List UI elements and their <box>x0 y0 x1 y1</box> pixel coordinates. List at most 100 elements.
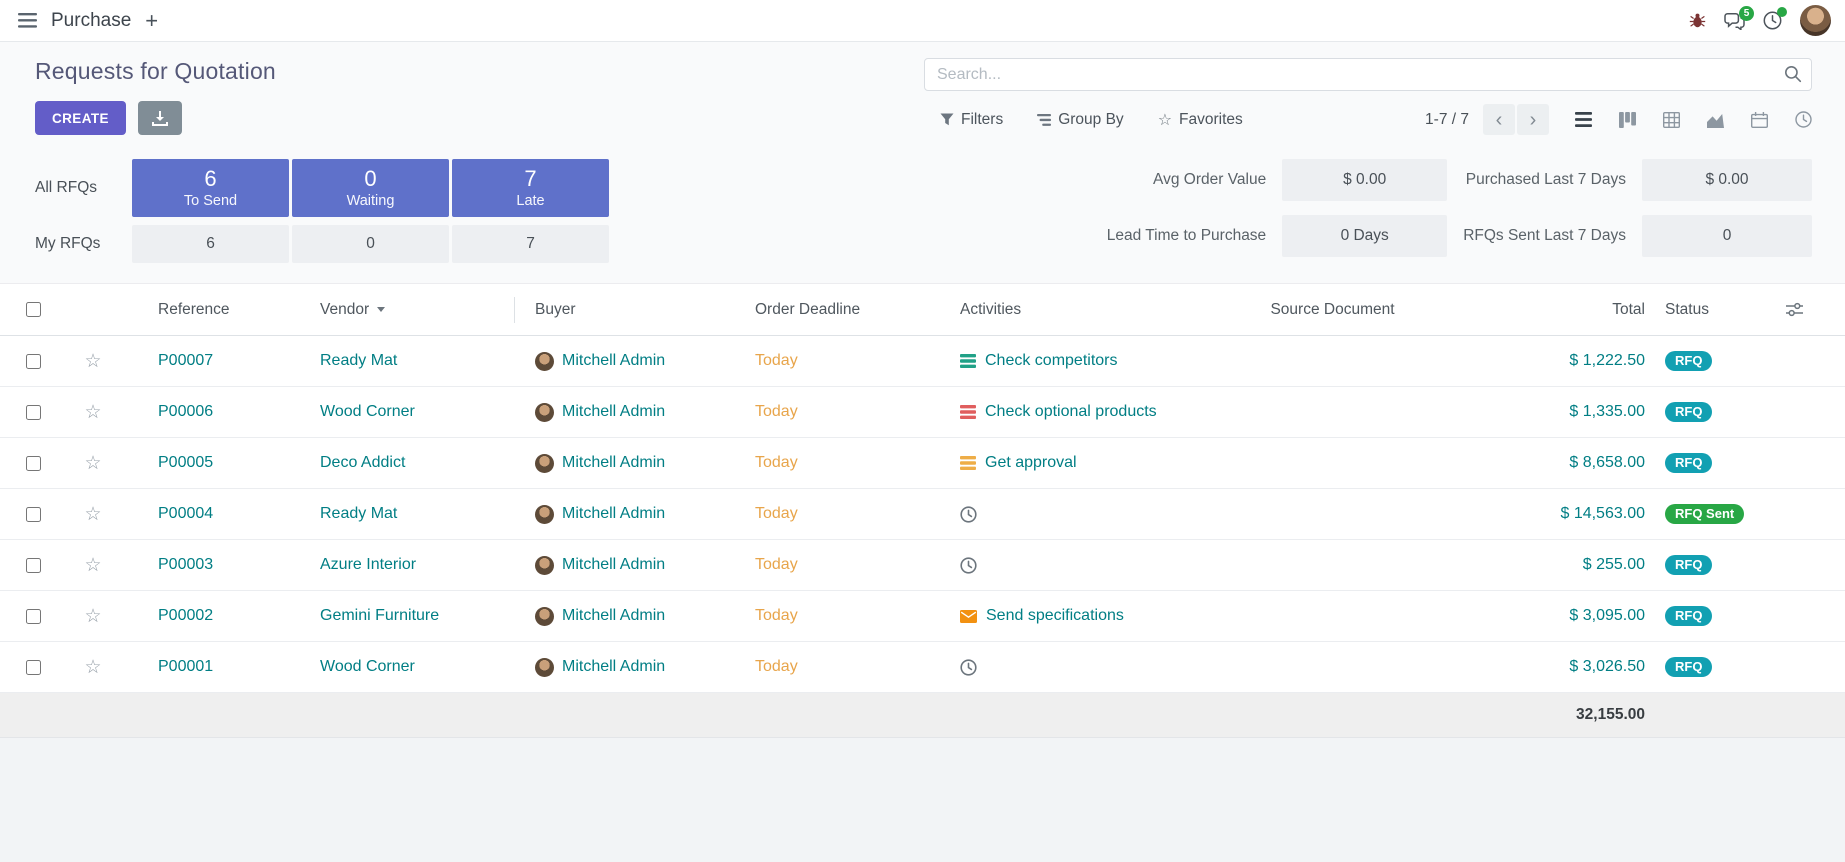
buyer-link[interactable]: Mitchell Admin <box>562 352 665 370</box>
favorite-star-icon[interactable]: ☆ <box>84 556 101 575</box>
tile-late[interactable]: 7 Late <box>452 159 609 217</box>
activity-icon[interactable] <box>960 557 977 574</box>
column-header-total[interactable]: Total <box>1490 301 1655 319</box>
reference-link[interactable]: P00004 <box>158 505 213 522</box>
reference-link[interactable]: P00001 <box>158 658 213 675</box>
activity-cell[interactable]: Check competitors <box>960 352 1165 370</box>
vendor-link[interactable]: Deco Addict <box>320 454 405 471</box>
column-divider[interactable] <box>514 297 515 323</box>
rfqs-sent-last-7-days[interactable]: 0 <box>1642 215 1812 257</box>
row-checkbox[interactable] <box>26 558 41 573</box>
pager-previous-button[interactable]: ‹ <box>1483 104 1515 135</box>
activity-cell[interactable] <box>960 506 1165 523</box>
filters-button[interactable]: Filters <box>940 111 1003 129</box>
activity-view-icon[interactable] <box>1795 111 1812 128</box>
table-row[interactable]: ☆ P00005 Deco Addict Mitchell Admin Toda… <box>0 438 1845 489</box>
favorite-star-icon[interactable]: ☆ <box>84 505 101 524</box>
activity-label[interactable]: Send specifications <box>986 607 1124 625</box>
graph-view-icon[interactable] <box>1707 112 1724 128</box>
row-checkbox[interactable] <box>26 507 41 522</box>
row-checkbox[interactable] <box>26 660 41 675</box>
lead-time-to-purchase[interactable]: 0 Days <box>1282 215 1447 257</box>
activity-label[interactable]: Check competitors <box>985 352 1118 370</box>
pager-next-button[interactable]: › <box>1517 104 1549 135</box>
group-by-button[interactable]: Group By <box>1037 111 1123 129</box>
favorite-star-icon[interactable]: ☆ <box>84 403 101 422</box>
activity-cell[interactable] <box>960 659 1165 676</box>
column-header-reference[interactable]: Reference <box>120 301 310 319</box>
search-input[interactable] <box>924 58 1812 91</box>
vendor-link[interactable]: Wood Corner <box>320 658 415 675</box>
table-row[interactable]: ☆ P00007 Ready Mat Mitchell Admin Today … <box>0 336 1845 387</box>
app-menu-purchase[interactable]: Purchase <box>51 10 131 32</box>
user-avatar[interactable] <box>1800 5 1831 36</box>
row-checkbox[interactable] <box>26 456 41 471</box>
column-header-buyer[interactable]: Buyer <box>525 301 745 319</box>
buyer-link[interactable]: Mitchell Admin <box>562 607 665 625</box>
tile-to-send[interactable]: 6 To Send <box>132 159 289 217</box>
reference-link[interactable]: P00006 <box>158 403 213 420</box>
table-row[interactable]: ☆ P00003 Azure Interior Mitchell Admin T… <box>0 540 1845 591</box>
activity-icon[interactable] <box>960 659 977 676</box>
activity-icon[interactable] <box>960 506 977 523</box>
column-header-source-document[interactable]: Source Document <box>1175 301 1490 319</box>
row-checkbox[interactable] <box>26 354 41 369</box>
pivot-view-icon[interactable] <box>1663 112 1680 128</box>
reference-link[interactable]: P00002 <box>158 607 213 624</box>
column-header-vendor[interactable]: Vendor <box>310 297 525 323</box>
activity-icon[interactable] <box>960 405 976 419</box>
search-icon[interactable] <box>1784 65 1802 83</box>
vendor-link[interactable]: Ready Mat <box>320 505 397 522</box>
activity-label[interactable]: Get approval <box>985 454 1077 472</box>
vendor-link[interactable]: Ready Mat <box>320 352 397 369</box>
row-checkbox[interactable] <box>26 609 41 624</box>
row-checkbox[interactable] <box>26 405 41 420</box>
table-row[interactable]: ☆ P00002 Gemini Furniture Mitchell Admin… <box>0 591 1845 642</box>
buyer-link[interactable]: Mitchell Admin <box>562 403 665 421</box>
my-tile-waiting[interactable]: 0 <box>292 225 449 263</box>
reference-link[interactable]: P00005 <box>158 454 213 471</box>
bug-icon[interactable] <box>1689 12 1706 29</box>
messages-icon[interactable]: 5 <box>1724 12 1745 30</box>
activity-cell[interactable]: Send specifications <box>960 607 1165 625</box>
favorite-star-icon[interactable]: ☆ <box>84 352 101 371</box>
reference-link[interactable]: P00003 <box>158 556 213 573</box>
download-button[interactable] <box>138 101 182 135</box>
table-row[interactable]: ☆ P00001 Wood Corner Mitchell Admin Toda… <box>0 642 1845 693</box>
my-tile-late[interactable]: 7 <box>452 225 609 263</box>
favorite-star-icon[interactable]: ☆ <box>84 454 101 473</box>
activities-clock-icon[interactable] <box>1763 11 1782 30</box>
plus-tab-icon[interactable]: + <box>145 10 158 32</box>
hamburger-menu-icon[interactable] <box>18 13 37 28</box>
table-row[interactable]: ☆ P00006 Wood Corner Mitchell Admin Toda… <box>0 387 1845 438</box>
toggle-columns-icon[interactable] <box>1786 302 1803 317</box>
table-row[interactable]: ☆ P00004 Ready Mat Mitchell Admin Today … <box>0 489 1845 540</box>
activity-cell[interactable]: Get approval <box>960 454 1165 472</box>
vendor-link[interactable]: Wood Corner <box>320 403 415 420</box>
activity-label[interactable]: Check optional products <box>985 403 1157 421</box>
purchased-last-7-days[interactable]: $ 0.00 <box>1642 159 1812 201</box>
reference-link[interactable]: P00007 <box>158 352 213 369</box>
activity-cell[interactable]: Check optional products <box>960 403 1165 421</box>
buyer-link[interactable]: Mitchell Admin <box>562 658 665 676</box>
buyer-link[interactable]: Mitchell Admin <box>562 454 665 472</box>
my-tile-to-send[interactable]: 6 <box>132 225 289 263</box>
favorite-star-icon[interactable]: ☆ <box>84 658 101 677</box>
vendor-link[interactable]: Gemini Furniture <box>320 607 439 624</box>
tile-waiting[interactable]: 0 Waiting <box>292 159 449 217</box>
buyer-link[interactable]: Mitchell Admin <box>562 505 665 523</box>
create-button[interactable]: CREATE <box>35 101 126 135</box>
calendar-view-icon[interactable] <box>1751 112 1768 128</box>
kanban-view-icon[interactable] <box>1619 112 1636 128</box>
favorite-star-icon[interactable]: ☆ <box>84 607 101 626</box>
vendor-link[interactable]: Azure Interior <box>320 556 416 573</box>
favorites-button[interactable]: ☆ Favorites <box>1158 110 1243 130</box>
column-header-order-deadline[interactable]: Order Deadline <box>745 301 950 319</box>
activity-icon[interactable] <box>960 610 977 623</box>
column-header-status[interactable]: Status <box>1655 301 1775 319</box>
list-view-icon[interactable] <box>1575 112 1592 127</box>
activity-icon[interactable] <box>960 354 976 368</box>
buyer-link[interactable]: Mitchell Admin <box>562 556 665 574</box>
column-header-activities[interactable]: Activities <box>950 301 1175 319</box>
avg-order-value[interactable]: $ 0.00 <box>1282 159 1447 201</box>
